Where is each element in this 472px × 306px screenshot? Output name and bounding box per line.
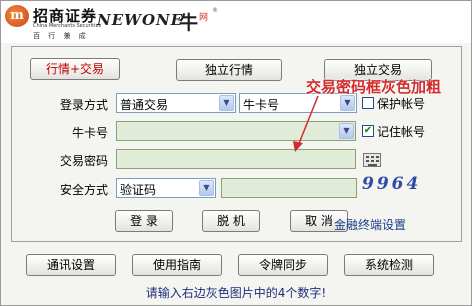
checkmark-icon: ✔ <box>363 125 373 136</box>
status-hint: 请输入右边灰色图片中的4个数字! <box>145 286 327 300</box>
password-label: 交易密码 <box>59 154 108 168</box>
brand-slogan: 百 行 兼 成 <box>33 32 89 40</box>
captcha-input[interactable] <box>221 178 357 198</box>
product-cn-name: 牛 <box>179 12 199 34</box>
card-number-input[interactable]: ▼ <box>116 121 356 141</box>
offline-button[interactable]: 脱 机 <box>202 210 260 232</box>
login-button[interactable]: 登 录 <box>115 210 173 232</box>
communication-settings-button[interactable]: 通讯设置 <box>26 254 116 276</box>
remember-account-label: 记住帐号 <box>377 125 426 139</box>
card-number-label: 牛卡号 <box>71 126 108 140</box>
annotation-text: 交易密码框灰色加粗 <box>306 78 442 96</box>
user-guide-button[interactable]: 使用指南 <box>132 254 222 276</box>
captcha-image[interactable]: 9964 <box>362 174 418 196</box>
tab-standalone-quote[interactable]: 独立行情 <box>176 59 282 81</box>
protect-account-checkbox[interactable] <box>362 97 374 109</box>
security-mode-label: 安全方式 <box>59 183 108 197</box>
chevron-down-icon[interactable]: ▼ <box>340 95 355 111</box>
login-mode-value: 普通交易 <box>120 98 169 112</box>
chevron-down-icon[interactable]: ▼ <box>219 95 234 111</box>
card-type-value: 牛卡号 <box>243 98 280 112</box>
login-mode-select[interactable]: 普通交易 ▼ <box>116 93 236 113</box>
system-check-button[interactable]: 系统检测 <box>344 254 434 276</box>
finance-terminal-settings-link[interactable]: 金融终端设置 <box>334 216 406 233</box>
brand-logo-icon: m <box>5 5 29 27</box>
remember-account-checkbox[interactable]: ✔ <box>362 125 374 137</box>
login-mode-label: 登录方式 <box>59 98 108 112</box>
chevron-down-icon[interactable]: ▼ <box>199 180 214 196</box>
registered-mark: ® <box>212 7 218 14</box>
header-banner: m 招商证券 China Merchants Securities 百 行 兼 … <box>1 1 471 43</box>
keyboard-icon[interactable] <box>363 153 381 167</box>
security-mode-select[interactable]: 验证码 ▼ <box>116 178 216 198</box>
chevron-down-icon[interactable]: ▼ <box>339 123 354 139</box>
tab-quote-and-trade[interactable]: 行情+交易 <box>30 58 120 80</box>
product-name: NEWONE <box>97 11 184 29</box>
brand-english-name: China Merchants Securities <box>33 23 102 29</box>
protect-account-label: 保护帐号 <box>377 97 426 111</box>
security-mode-value: 验证码 <box>120 183 157 197</box>
product-sub-name: 网 <box>199 13 209 23</box>
token-sync-button[interactable]: 令牌同步 <box>238 254 328 276</box>
password-input[interactable] <box>116 149 356 169</box>
